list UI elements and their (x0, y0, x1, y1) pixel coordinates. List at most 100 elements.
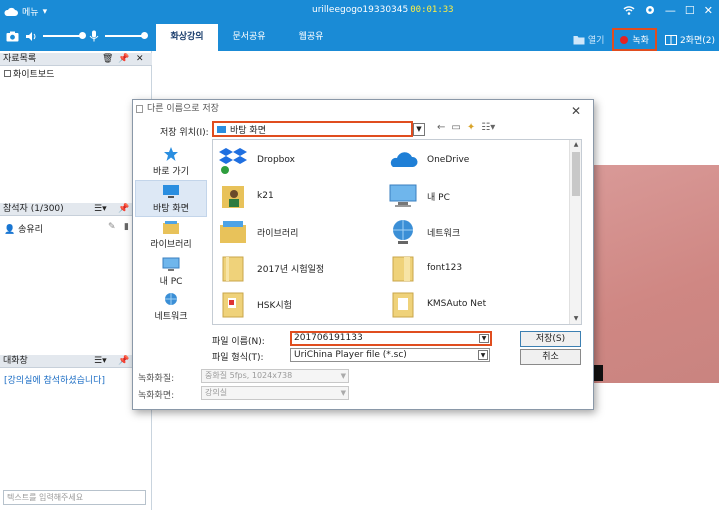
file-item-dropbox[interactable]: Dropbox (217, 146, 295, 174)
video-frame (580, 165, 719, 383)
chevron-down-icon: ▼ (340, 389, 346, 397)
speaker-icon[interactable] (25, 31, 37, 42)
file-item-folder[interactable]: HSK시험 (217, 290, 292, 318)
place-desktop[interactable]: 바탕 화면 (135, 180, 207, 217)
gear-icon[interactable] (644, 4, 656, 16)
dual-screen-button[interactable]: 2화면(2) (664, 33, 715, 46)
folder-open-icon (573, 35, 585, 44)
trash-icon[interactable]: 🗑 (102, 53, 113, 66)
minimize-button[interactable]: — (665, 4, 676, 18)
participants-header: 참석자 (1/300) ☰▾ 📌 (0, 203, 152, 216)
file-item-folder[interactable]: KMSAuto Net (387, 290, 486, 318)
folder-icon (392, 256, 414, 282)
filename-label: 파일 이름(N): (212, 337, 265, 347)
materials-title: 자료목록 (3, 54, 37, 64)
tab-web-share[interactable]: 웹공유 (280, 24, 342, 51)
chat-header: 대화창 ☰▾ 📌 (0, 355, 152, 368)
camera-icon[interactable] (6, 31, 19, 42)
speaker-volume-slider[interactable] (43, 32, 86, 39)
material-whiteboard: 화이트보드 (13, 70, 55, 80)
list-view-icon[interactable]: ☰▾ (94, 203, 107, 216)
file-name: 라이브러리 (257, 228, 299, 239)
quality-label: 녹화화질: (138, 374, 175, 384)
file-item-folder[interactable]: font123 (387, 254, 462, 282)
close-icon[interactable]: ✕ (136, 53, 144, 66)
onedrive-icon (390, 152, 418, 167)
file-item-library[interactable]: 라이브러리 (217, 218, 298, 246)
pin-icon[interactable]: 📌 (118, 355, 129, 368)
place-my-pc[interactable]: 내 PC (135, 254, 207, 291)
close-button[interactable]: ✕ (704, 4, 713, 18)
file-item-my-pc[interactable]: 내 PC (387, 182, 450, 210)
dialog-title: 다른 이름으로 저장 (147, 104, 219, 114)
open-label: 열기 (587, 36, 605, 46)
file-item-folder[interactable]: 2017년 시험일정 (217, 254, 324, 282)
user-icon: 👤 (4, 225, 16, 235)
file-name: 네트워크 (427, 228, 461, 239)
save-in-value: 바탕 화면 (230, 125, 266, 136)
place-label: 라이브러리 (150, 240, 192, 250)
maximize-button[interactable]: ☐ (685, 4, 695, 18)
file-item-network[interactable]: 네트워크 (387, 218, 460, 246)
mic-volume-slider[interactable] (105, 32, 148, 39)
filename-value: 201706191133 (294, 333, 363, 343)
list-item[interactable]: 화이트보드 (4, 67, 54, 80)
chat-title: 대화창 (3, 356, 28, 366)
view-menu-icon[interactable]: ☷▾ (481, 122, 495, 133)
list-view-icon[interactable]: ☰▾ (94, 355, 107, 368)
record-button[interactable]: 녹화 (612, 28, 657, 51)
place-network[interactable]: 네트워크 (135, 289, 207, 326)
new-folder-icon[interactable]: ✦ (467, 122, 475, 133)
open-button[interactable]: 열기 (573, 33, 605, 46)
pc-icon (162, 257, 180, 271)
file-item-k21[interactable]: k21 (217, 182, 274, 210)
filename-dropdown-arrow[interactable]: ▼ (479, 334, 489, 343)
record-label: 녹화 (632, 36, 649, 46)
network-icon (393, 220, 413, 244)
scroll-down-icon[interactable]: ▼ (570, 314, 581, 324)
file-name: 2017년 시험일정 (257, 264, 325, 275)
filetype-dropdown-arrow[interactable]: ▼ (478, 350, 488, 360)
save-in-dropdown-arrow[interactable]: ▼ (413, 123, 425, 136)
save-in-select[interactable]: 바탕 화면 (212, 121, 413, 137)
file-list-scrollbar[interactable]: ▲ ▼ (569, 140, 581, 324)
place-library[interactable]: 라이브러리 (135, 217, 207, 254)
place-quick-access[interactable]: 바로 가기 (135, 144, 207, 181)
pencil-icon[interactable]: ✎ (108, 222, 116, 232)
filetype-select[interactable]: UriChina Player file (*.sc) ▼ (290, 348, 490, 362)
participant-row[interactable]: 👤 송유리 ✎ ▮ (4, 222, 148, 235)
pin-icon[interactable]: 📌 (118, 203, 129, 216)
library-icon (220, 221, 246, 243)
pin-icon[interactable]: 📌 (118, 53, 129, 66)
dual-screen-label: 2화면(2) (679, 36, 715, 46)
microphone-icon[interactable] (89, 30, 99, 42)
scroll-up-icon[interactable]: ▲ (570, 140, 581, 150)
desktop-icon (163, 185, 179, 198)
cloud-logo-icon (4, 7, 18, 16)
file-name: HSK시험 (257, 300, 292, 311)
session-info: urilleegogo19330345 00:01:33 (312, 5, 454, 15)
back-icon[interactable]: ← (437, 122, 445, 133)
menu-label: 메뉴 (22, 8, 39, 18)
file-name: KMSAuto Net (427, 299, 487, 309)
dialog-close-button[interactable]: ✕ (571, 102, 581, 120)
filetype-label: 파일 형식(T): (212, 353, 264, 363)
up-folder-icon[interactable]: ▭ (451, 122, 460, 133)
library-icon (163, 221, 179, 234)
chat-input[interactable]: 텍스트를 입력해주세요 (3, 490, 146, 505)
file-item-onedrive[interactable]: OneDrive (387, 146, 469, 174)
filetype-value: UriChina Player file (*.sc) (294, 350, 407, 360)
whiteboard-icon (4, 70, 11, 77)
filename-input[interactable]: 201706191133 ▼ (290, 331, 492, 346)
save-button[interactable]: 저장(S) (520, 331, 581, 347)
main-menu[interactable]: 메뉴 ▾ (4, 5, 47, 18)
screen-label: 녹화화면: (138, 391, 175, 401)
tab-document-share[interactable]: 문서공유 (218, 24, 280, 51)
tab-video-lecture[interactable]: 화상강의 (156, 24, 218, 51)
wifi-icon (623, 6, 635, 15)
cancel-button[interactable]: 취소 (520, 349, 581, 365)
quality-select: 중화질 5fps, 1024x738 ▼ (201, 369, 349, 383)
record-dot-icon (620, 35, 629, 44)
chevron-down-icon: ▾ (42, 6, 48, 17)
scroll-thumb[interactable] (572, 152, 580, 196)
